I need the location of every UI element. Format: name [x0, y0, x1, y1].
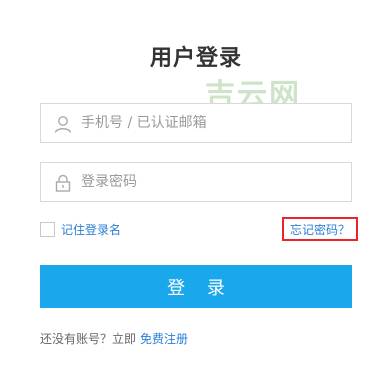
register-link[interactable]: 免费注册 [140, 332, 188, 346]
username-input[interactable] [81, 104, 343, 142]
remember-label[interactable]: 记住登录名 [61, 221, 121, 238]
login-button[interactable]: 登 录 [40, 265, 352, 308]
remember-me[interactable]: 记住登录名 [40, 220, 121, 238]
register-prompt: 还没有账号？立即 [40, 332, 137, 346]
remember-checkbox[interactable] [40, 221, 55, 237]
user-icon [53, 114, 73, 134]
password-input[interactable] [81, 163, 343, 201]
lock-icon [53, 173, 73, 193]
password-field[interactable] [40, 162, 352, 202]
forgot-password-link[interactable]: 忘记密码？ [282, 217, 359, 241]
username-field[interactable] [40, 103, 352, 143]
page-title: 用户登录 [149, 46, 242, 71]
register-row: 还没有账号？立即 免费注册 [40, 330, 188, 347]
